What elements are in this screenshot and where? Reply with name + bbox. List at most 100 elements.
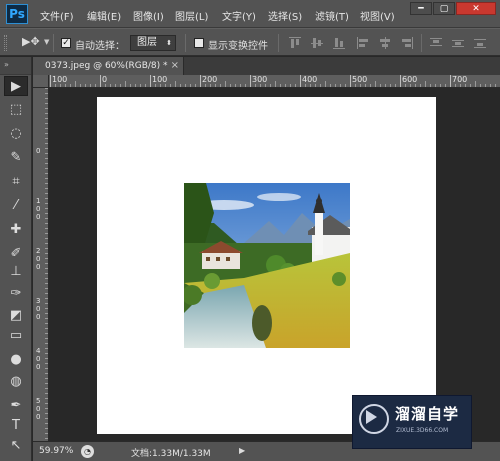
menu-layer[interactable]: 图层(L) (175, 8, 208, 23)
watermark-logo: 溜溜自学 ZIXUE.3D66.COM (352, 395, 472, 449)
path-select-tool-icon[interactable]: ↖ (4, 436, 28, 456)
ruler-tick (350, 75, 351, 87)
document-tab[interactable]: 0373.jpeg @ 60%(RGB/8) * × (33, 57, 184, 75)
ruler-tick (45, 388, 48, 389)
tool-preset-caret-icon[interactable]: ▼ (44, 38, 49, 46)
lasso-tool-icon[interactable]: ◌ (4, 124, 28, 144)
horizontal-ruler[interactable]: 100 0 100 200 300 400 500 600 700 (49, 75, 500, 88)
align-right-icon[interactable] (401, 37, 413, 49)
align-hcenter-icon[interactable] (379, 37, 391, 49)
ruler-tick (55, 84, 56, 87)
ruler-tick (255, 84, 256, 87)
minimize-button[interactable]: ━ (410, 2, 432, 15)
menu-view[interactable]: 视图(V) (360, 8, 395, 23)
ruler-tick (45, 188, 48, 189)
crop-tool-icon[interactable]: ⌗ (4, 172, 28, 192)
menu-type[interactable]: 文字(Y) (222, 8, 256, 23)
ruler-tick (100, 75, 101, 87)
align-vcenter-icon[interactable] (311, 37, 323, 49)
ruler-tick (45, 323, 48, 324)
type-tool-icon[interactable]: T (4, 416, 28, 436)
updown-icon: ⬍ (166, 39, 172, 47)
ruler-tick (215, 84, 216, 87)
ruler-tick (220, 84, 221, 87)
eyedropper-tool-icon[interactable]: ⁄ (4, 196, 28, 216)
quick-select-tool-icon[interactable]: ✎ (4, 148, 28, 168)
ruler-origin[interactable] (33, 75, 49, 88)
auto-select-dropdown[interactable]: 图层 ⬍ (130, 35, 176, 51)
ruler-tick (45, 313, 48, 314)
ruler-tick (45, 143, 48, 144)
marquee-tool-icon[interactable]: ⬚ (4, 100, 28, 120)
close-button[interactable]: ✕ (456, 2, 496, 15)
status-menu-arrow-icon[interactable]: ▶ (239, 446, 245, 455)
auto-select-checkbox[interactable]: ✓ (61, 38, 71, 48)
ruler-tick (145, 84, 146, 87)
toolbox-collapse-icon[interactable]: » (0, 57, 31, 75)
status-info-icon[interactable]: ◔ (81, 445, 94, 458)
blur-tool-icon[interactable]: ● (4, 350, 28, 370)
ruler-tick (340, 84, 341, 87)
ruler-tick (45, 253, 48, 254)
ruler-tick (445, 84, 446, 87)
ruler-tick (45, 268, 48, 269)
ruler-label: 2 0 0 (36, 247, 41, 271)
move-tool-preset-icon[interactable]: ▶✥ (22, 35, 40, 48)
brush-tool-icon[interactable]: ✐ (4, 244, 28, 264)
watermark-title: 溜溜自学 (395, 405, 460, 423)
healing-brush-tool-icon[interactable]: ✚ (4, 220, 28, 240)
menu-file[interactable]: 文件(F) (40, 8, 74, 23)
ruler-tick (45, 218, 48, 219)
align-top-icon[interactable] (289, 37, 301, 49)
options-separator (185, 34, 186, 52)
ruler-label: 500 (352, 75, 368, 84)
auto-select-label: 自动选择： (75, 41, 125, 52)
show-transform-checkbox[interactable] (194, 38, 204, 48)
align-bottom-icon[interactable] (333, 37, 345, 49)
placed-photo-landscape[interactable] (184, 183, 350, 348)
ruler-tick (45, 333, 48, 334)
move-tool-icon[interactable]: ▶ (4, 76, 28, 96)
ruler-tick (490, 84, 491, 87)
ruler-tick (45, 293, 48, 294)
ruler-tick (45, 243, 48, 244)
ruler-tick (45, 228, 48, 229)
history-brush-tool-icon[interactable]: ✑ (4, 284, 28, 304)
menu-filter[interactable]: 滤镜(T) (315, 8, 349, 23)
distribute-vcenter-icon[interactable] (452, 37, 464, 49)
ruler-tick (305, 84, 306, 87)
menu-image[interactable]: 图像(I) (133, 8, 164, 23)
ruler-tick (275, 81, 276, 87)
maximize-button[interactable]: ▢ (433, 2, 455, 15)
ruler-tick (360, 84, 361, 87)
ruler-tick (45, 103, 48, 104)
ruler-tick (400, 75, 401, 87)
ruler-tick (420, 84, 421, 87)
align-left-icon[interactable] (357, 37, 369, 49)
distribute-bottom-icon[interactable] (474, 37, 486, 49)
ruler-tick (250, 75, 251, 87)
zoom-level[interactable]: 59.97% (39, 446, 73, 456)
eraser-tool-icon[interactable]: ◩ (4, 306, 28, 326)
ruler-tick (45, 418, 48, 419)
menu-select[interactable]: 选择(S) (268, 8, 302, 23)
vertical-ruler[interactable]: 0 1 0 0 2 0 0 3 0 0 4 0 0 5 0 0 (33, 88, 49, 441)
options-separator (53, 34, 54, 52)
distribute-top-icon[interactable] (430, 37, 442, 49)
ruler-tick (45, 438, 48, 439)
ruler-label: 300 (252, 75, 268, 84)
ruler-tick (325, 81, 326, 87)
clone-stamp-tool-icon[interactable]: ⊥ (4, 262, 28, 282)
ruler-tick (135, 84, 136, 87)
menu-edit[interactable]: 编辑(E) (87, 8, 121, 23)
ruler-tick (480, 84, 481, 87)
ruler-tick (45, 283, 48, 284)
gradient-tool-icon[interactable]: ▭ (4, 326, 28, 346)
options-grip[interactable] (4, 35, 7, 51)
ruler-tick (470, 84, 471, 87)
ruler-tick (195, 84, 196, 87)
dodge-tool-icon[interactable]: ◍ (4, 372, 28, 392)
tab-close-icon[interactable]: × (171, 57, 179, 75)
ruler-label: 5 0 0 (36, 397, 41, 421)
pen-tool-icon[interactable]: ✒ (4, 396, 28, 416)
